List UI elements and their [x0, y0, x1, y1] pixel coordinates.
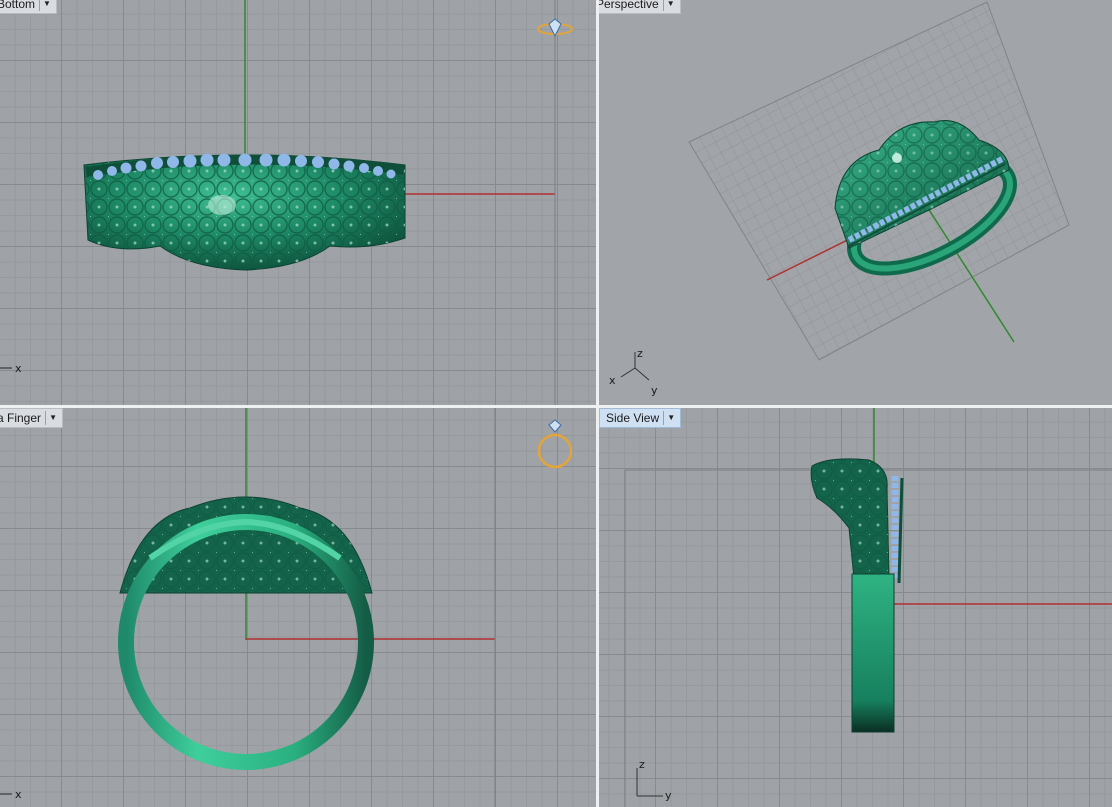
viewport-bottom[interactable]: Bottom ▼ x: [0, 0, 596, 405]
viewport-perspective[interactable]: Perspective ▼ z x y: [599, 0, 1112, 405]
axis-widget: z x y: [609, 347, 658, 397]
viewport-side[interactable]: Side View ▼ z y: [599, 408, 1112, 807]
viewport-finger[interactable]: a Finger ▼ x: [0, 408, 596, 807]
ring-with-diamond-front-icon: [537, 419, 573, 469]
viewport-finger-canvas: x: [0, 408, 573, 807]
viewport-perspective-canvas: z x y: [609, 1, 1070, 397]
axis-widget: z y: [636, 758, 672, 802]
axis-label-x: x: [15, 362, 22, 375]
ring-model-side[interactable]: [810, 458, 904, 733]
axis-label-x: x: [15, 788, 22, 801]
axis-label-z: z: [639, 758, 645, 771]
viewport-side-canvas: z y: [624, 408, 1112, 807]
axis-label-x: x: [609, 374, 616, 387]
axis-label-z: z: [637, 347, 643, 360]
axis-label-y: y: [651, 384, 658, 397]
ring-with-diamond-side-icon: [537, 18, 573, 38]
viewport-bottom-canvas: x: [0, 0, 573, 405]
axis-label-y: y: [665, 789, 672, 802]
ring-model-bottom[interactable]: [83, 153, 406, 271]
